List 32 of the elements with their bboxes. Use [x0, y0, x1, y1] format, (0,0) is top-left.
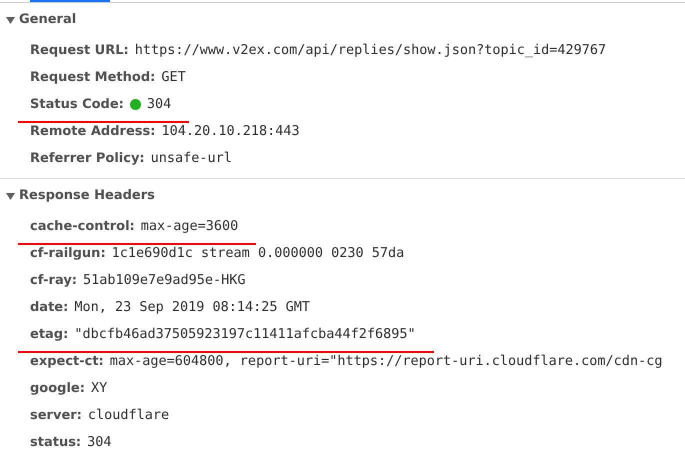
header-value: unsafe-url — [150, 149, 232, 168]
header-value: "dbcfb46ad37505923197c11411afcba44f2f6895" — [74, 325, 416, 344]
header-name: Status Code: — [30, 96, 124, 114]
header-name: server: — [30, 406, 82, 425]
section-header[interactable]: General — [0, 3, 76, 37]
header-name: etag: — [30, 326, 68, 344]
header-name: Request Method: — [30, 68, 156, 87]
caret-down-icon — [6, 16, 15, 24]
header-value: Mon, 23 Sep 2019 08:14:25 GMT — [74, 298, 310, 318]
header-name: Remote Address: — [30, 122, 156, 141]
header-value: 104.20.10.218:443 — [161, 122, 300, 142]
header-value: max-age=604800, report-uri="https://report-uri.cloudflare.com/cdn-cg — [110, 352, 662, 372]
header-name: date: — [30, 298, 68, 317]
section-header[interactable]: Response Headers — [0, 179, 155, 213]
header-name: Request URL: — [30, 42, 129, 60]
header-value: cloudflare — [88, 406, 170, 426]
header-name: cf-ray: — [30, 272, 77, 290]
header-value: max-age=3600 — [140, 217, 238, 236]
header-name: cf-railgun: — [30, 244, 106, 263]
header-name: status: — [30, 434, 82, 452]
header-name: expect-ct: — [30, 352, 104, 371]
caret-down-icon — [6, 192, 15, 200]
header-value: 304 — [146, 95, 172, 114]
header-value: XY — [90, 379, 108, 398]
header-name: Referrer Policy: — [30, 150, 145, 168]
header-name: cache-control: — [30, 218, 135, 236]
header-value: 1c1e690d1c stream 0.000000 0230 57da — [112, 244, 404, 264]
header-value: 304 — [87, 433, 112, 452]
header-value: 51ab109e7e9ad95e-HKG — [83, 271, 246, 290]
header-value: https://www.v2ex.com/api/replies/show.json?topic_id=429767 — [134, 41, 606, 60]
header-name: google: — [30, 380, 85, 398]
header-value: GET — [161, 68, 186, 88]
